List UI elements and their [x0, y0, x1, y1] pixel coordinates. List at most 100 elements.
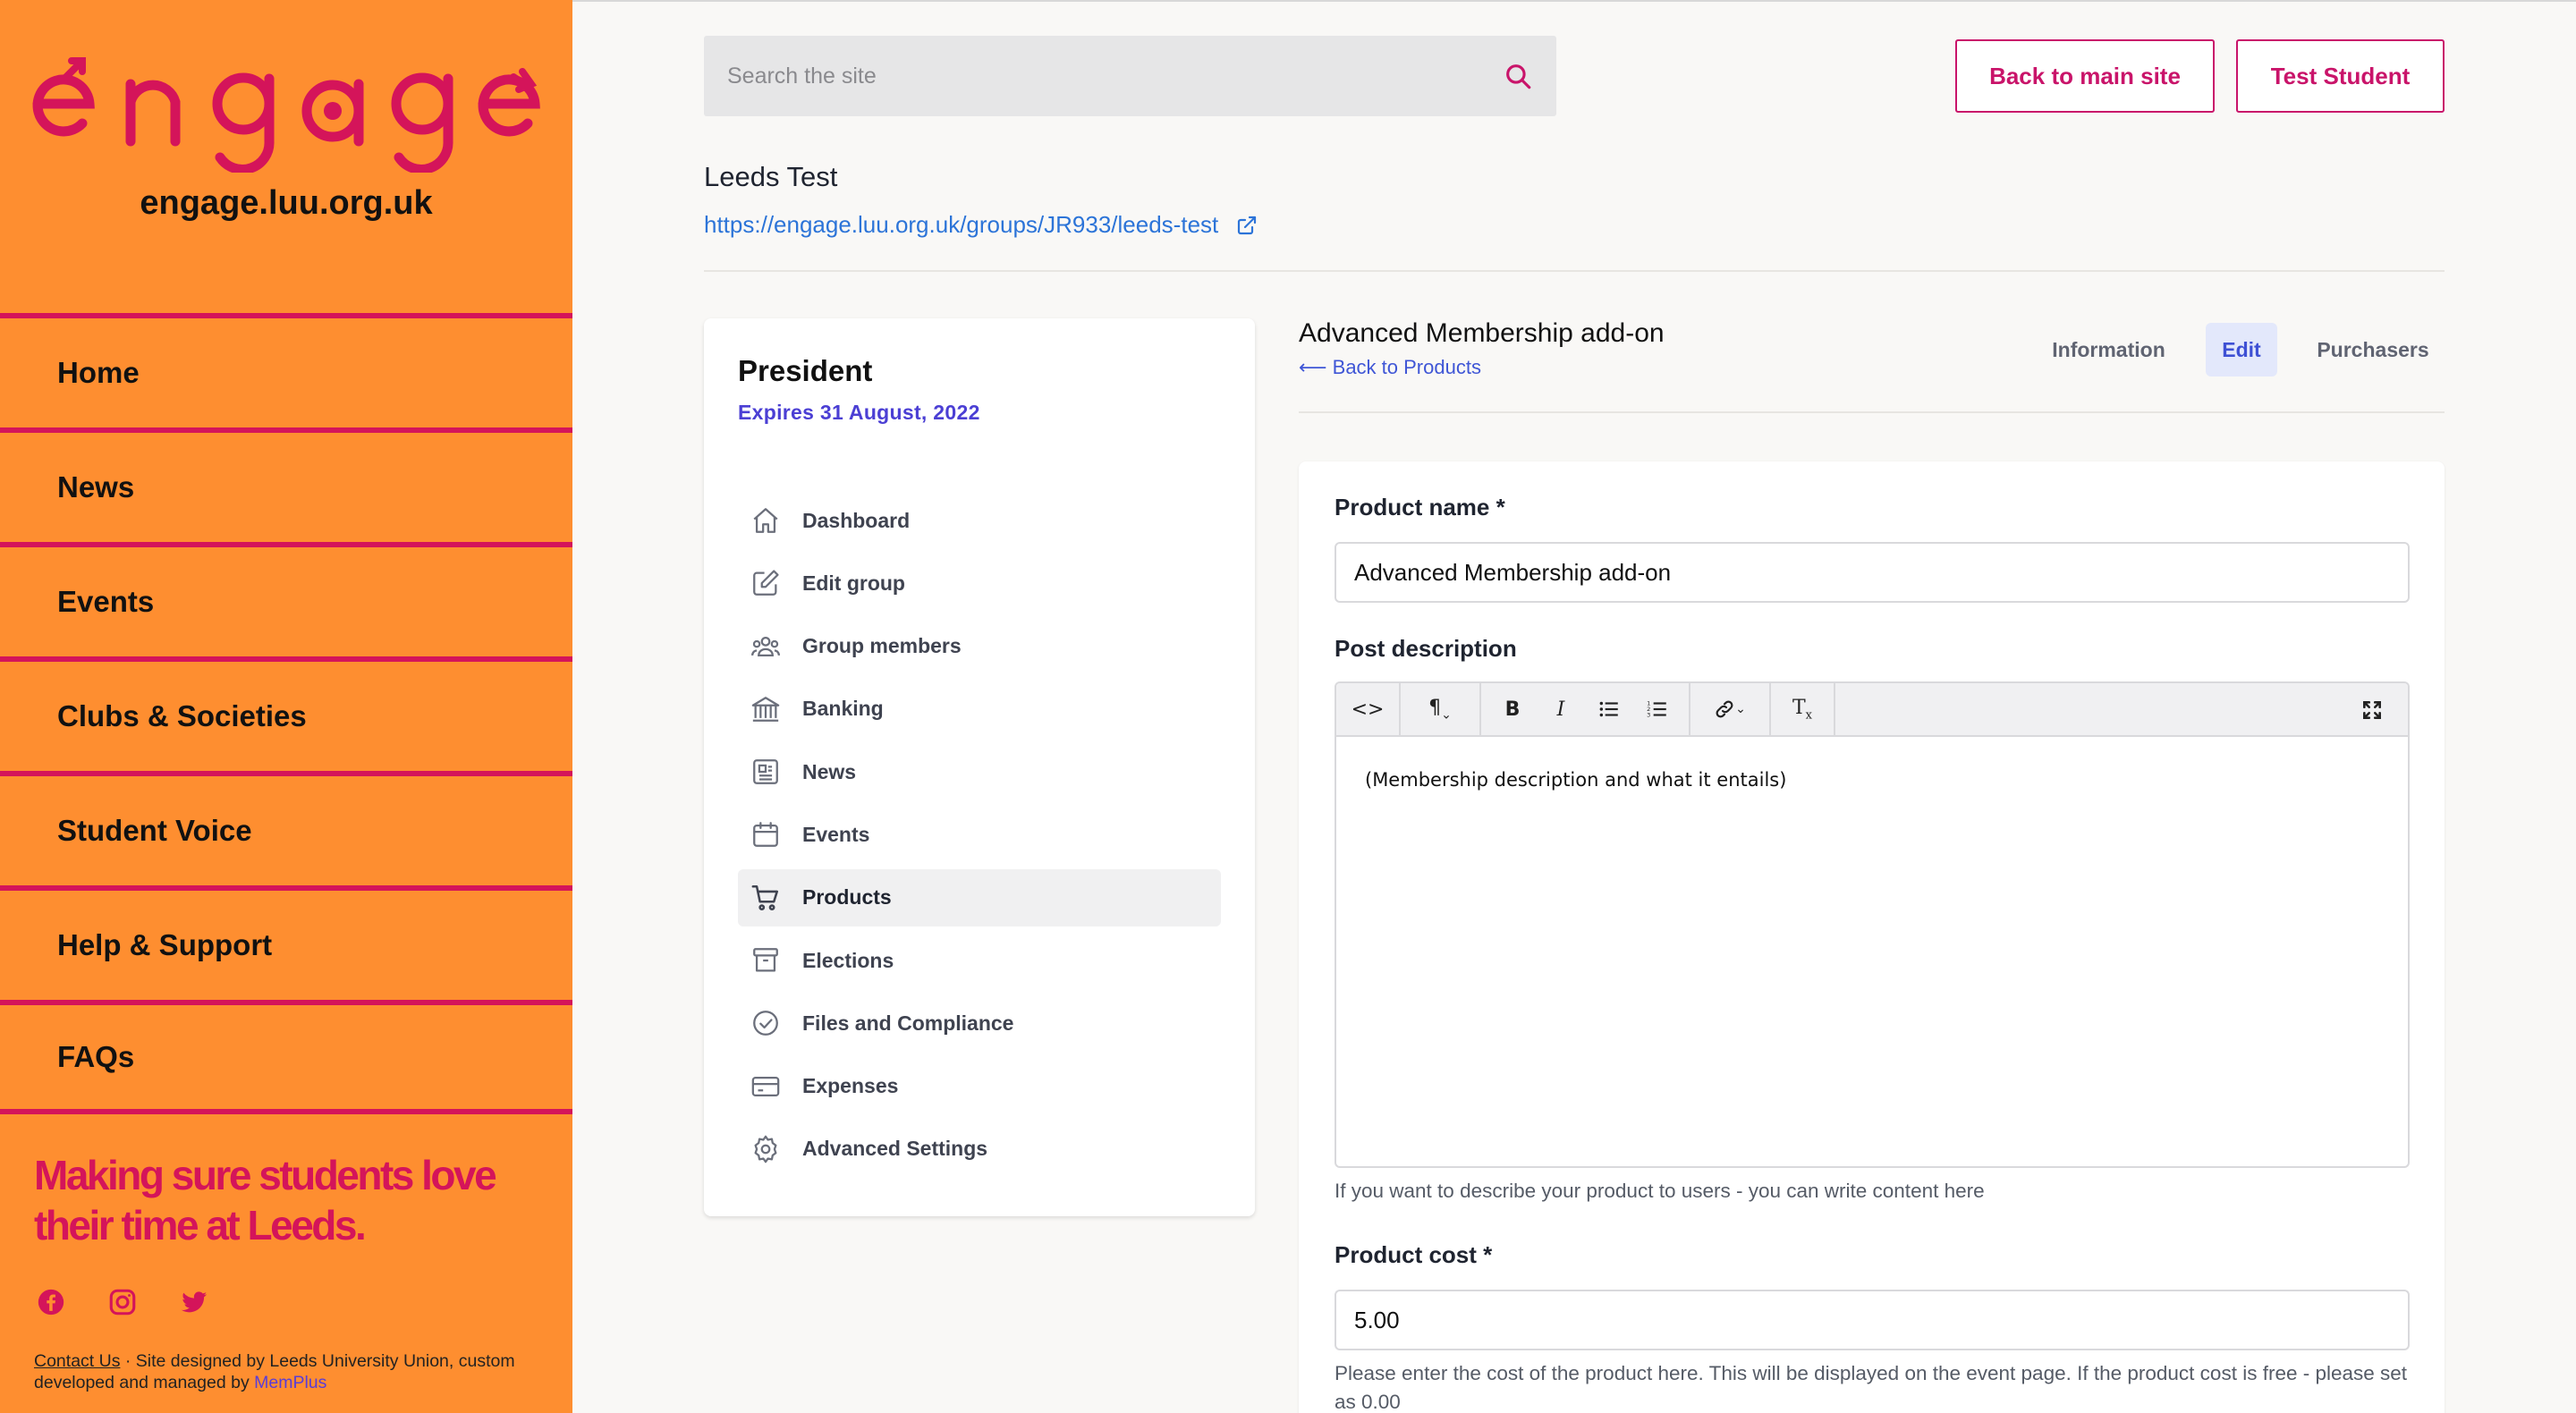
fullscreen-button[interactable]	[2336, 683, 2408, 737]
numbered-list-button[interactable]: 123	[1633, 683, 1682, 736]
footer-credits: Contact Us · Site designed by Leeds Univ…	[34, 1350, 535, 1393]
toolbar-group-code: <>	[1336, 683, 1401, 735]
main-nav: Home News Events Clubs & Societies Stude…	[0, 313, 572, 1114]
calendar-icon	[753, 822, 778, 848]
group-title: Leeds Test	[704, 161, 838, 192]
check-circle-icon	[753, 1011, 778, 1036]
tab-purchasers[interactable]: Purchasers	[2301, 323, 2445, 377]
post-description-label: Post description	[1335, 635, 1517, 662]
search-bar	[704, 36, 1556, 116]
nav-news[interactable]: News	[0, 427, 572, 542]
product-cost-input[interactable]	[1335, 1290, 2410, 1350]
nav-help-support[interactable]: Help & Support	[0, 885, 572, 1000]
italic-button[interactable]: I	[1537, 683, 1585, 736]
credit-card-icon	[751, 1076, 780, 1096]
engage-logo[interactable]	[30, 52, 540, 173]
site-domain: engage.luu.org.uk	[140, 184, 433, 222]
menu-item-news[interactable]: News	[738, 743, 1221, 800]
cost-help-text: Please enter the cost of the product her…	[1335, 1362, 2408, 1413]
external-link-icon[interactable]	[1236, 215, 1258, 236]
menu-item-label: Advanced Settings	[802, 1137, 988, 1161]
social-links	[34, 1285, 211, 1319]
tab-edit[interactable]: Edit	[2206, 323, 2277, 377]
back-to-products-link[interactable]: ⟵ Back to Products	[1299, 356, 1481, 379]
nav-student-voice[interactable]: Student Voice	[0, 771, 572, 885]
tab-information[interactable]: Information	[2030, 323, 2187, 377]
nav-clubs-societies[interactable]: Clubs & Societies	[0, 656, 572, 771]
instagram-icon[interactable]	[106, 1285, 140, 1319]
role-expiry: Expires 31 August, 2022	[738, 401, 980, 424]
menu-item-label: Products	[802, 885, 892, 910]
product-title: Advanced Membership add-on	[1299, 318, 1665, 348]
description-textarea[interactable]: (Membership description and what it enta…	[1336, 737, 2408, 823]
group-admin-menu: Dashboard Edit group Group members Banki…	[738, 492, 1221, 1183]
bullet-list-button[interactable]	[1585, 683, 1633, 736]
menu-item-files-compliance[interactable]: Files and Compliance	[738, 994, 1221, 1052]
group-admin-card: President Expires 31 August, 2022 Dashbo…	[704, 318, 1255, 1216]
clear-formatting-icon: Tx	[1792, 696, 1813, 723]
clear-formatting-button[interactable]: Tx	[1778, 683, 1826, 736]
menu-item-group-members[interactable]: Group members	[738, 618, 1221, 675]
group-url-text[interactable]: https://engage.luu.org.uk/groups/JR933/l…	[704, 211, 1218, 239]
users-icon	[750, 636, 781, 656]
product-cost-label: Product cost *	[1335, 1241, 1493, 1268]
toolbar-group-clear: Tx	[1771, 683, 1835, 735]
product-name-label: Product name *	[1335, 494, 1505, 520]
user-menu-button[interactable]: Test Student	[2236, 39, 2445, 113]
menu-item-label: Expenses	[802, 1074, 899, 1098]
code-icon: <>	[1351, 698, 1385, 721]
menu-item-events[interactable]: Events	[738, 806, 1221, 863]
edit-icon	[753, 570, 779, 597]
divider	[704, 270, 2445, 272]
cart-icon	[751, 884, 779, 910]
bold-icon: B	[1504, 698, 1521, 721]
menu-item-expenses[interactable]: Expenses	[738, 1058, 1221, 1115]
group-url-link[interactable]: https://engage.luu.org.uk/groups/JR933/l…	[704, 211, 1258, 239]
role-title: President	[738, 354, 873, 387]
facebook-icon[interactable]	[34, 1285, 68, 1319]
toolbar-group-text: B I 123	[1481, 683, 1690, 735]
menu-item-advanced-settings[interactable]: Advanced Settings	[738, 1121, 1221, 1178]
menu-item-banking[interactable]: Banking	[738, 681, 1221, 738]
nav-faqs[interactable]: FAQs	[0, 1000, 572, 1114]
code-view-button[interactable]: <>	[1343, 683, 1392, 736]
tagline: Making sure students love their time at …	[34, 1152, 497, 1248]
product-name-input[interactable]	[1335, 542, 2410, 603]
search-input[interactable]	[727, 63, 1503, 89]
bold-button[interactable]: B	[1488, 683, 1537, 736]
menu-item-label: Banking	[802, 697, 884, 721]
menu-item-elections[interactable]: Elections	[738, 932, 1221, 989]
numbered-list-icon: 123	[1647, 700, 1666, 719]
twitter-icon[interactable]	[177, 1285, 211, 1319]
nav-events[interactable]: Events	[0, 542, 572, 656]
menu-item-label: News	[802, 759, 857, 783]
menu-item-label: Files and Compliance	[802, 1011, 1014, 1035]
pilcrow-icon: ¶⌄	[1428, 696, 1452, 723]
toolbar-group-link: ⌄	[1690, 683, 1771, 735]
product-edit-form: Product name * Post description <> ¶⌄ B …	[1299, 461, 2445, 1413]
fullscreen-icon	[2363, 701, 2381, 719]
nav-home[interactable]: Home	[0, 313, 572, 427]
editor-toolbar: <> ¶⌄ B I 123 ⌄ Tx	[1336, 683, 2408, 737]
archive-icon	[753, 948, 778, 972]
menu-item-label: Dashboard	[802, 508, 911, 532]
menu-item-edit-group[interactable]: Edit group	[738, 554, 1221, 612]
bullet-list-icon	[1599, 701, 1618, 717]
newspaper-icon	[753, 759, 778, 785]
gear-icon	[754, 1135, 777, 1163]
insert-link-button[interactable]: ⌄	[1698, 683, 1762, 736]
svg-text:3: 3	[1647, 712, 1650, 719]
memplus-link[interactable]: MemPlus	[254, 1373, 326, 1392]
menu-item-products[interactable]: Products	[738, 868, 1221, 926]
contact-us-link[interactable]: Contact Us	[34, 1351, 120, 1371]
sidebar: engage.luu.org.uk Home News Events Clubs…	[0, 0, 572, 1413]
divider	[1299, 411, 2445, 413]
menu-item-label: Elections	[802, 948, 894, 972]
description-editor: <> ¶⌄ B I 123 ⌄ Tx (Membership descripti…	[1335, 681, 2410, 1168]
search-icon[interactable]	[1503, 61, 1533, 91]
paragraph-format-button[interactable]: ¶⌄	[1408, 683, 1472, 736]
back-to-main-site-button[interactable]: Back to main site	[1955, 39, 2215, 113]
menu-item-dashboard[interactable]: Dashboard	[738, 492, 1221, 549]
menu-item-label: Group members	[802, 634, 962, 658]
